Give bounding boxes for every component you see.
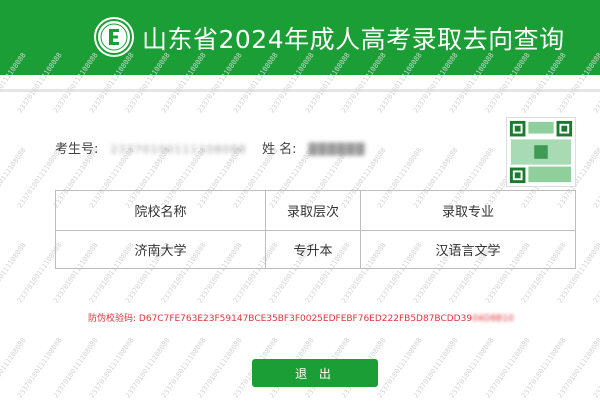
- name-label: 姓 名:: [262, 142, 297, 157]
- watermark-text: 23370100111108088: [160, 336, 208, 400]
- admission-result-table: 院校名称 录取层次 录取专业 济南大学 专升本 汉语言文学: [55, 190, 576, 269]
- watermark-text: 23370100111108088: [484, 336, 532, 400]
- watermark-text: 23370100111108088: [16, 336, 64, 400]
- name-value: ██████: [308, 143, 366, 156]
- watermark-text: 23370100111108088: [0, 336, 28, 400]
- exam-number-label: 考生号:: [55, 142, 99, 157]
- column-header-level: 录取层次: [265, 190, 361, 231]
- anti-counterfeit-value: D67C7FE763E23F59147BCE35BF3F0025EDFEBF76…: [138, 314, 473, 324]
- watermark-text: 23370100111108088: [448, 336, 496, 400]
- header-divider: [0, 89, 600, 92]
- page-title: 山东省2024年成人高考录取去向查询: [142, 25, 565, 54]
- watermark-text: 23370100111108088: [592, 336, 600, 400]
- watermark-text: 23370100111108088: [412, 336, 460, 400]
- cell-level: 专升本: [265, 230, 361, 269]
- exam-authority-logo-icon: [94, 17, 134, 57]
- cell-major: 汉语言文学: [360, 230, 576, 269]
- table-header-row: 院校名称 录取层次 录取专业: [55, 190, 576, 231]
- page-header: 山东省2024年成人高考录取去向查询: [0, 0, 600, 75]
- exam-number-value: 23370100111108088: [110, 143, 247, 156]
- column-header-major: 录取专业: [360, 190, 576, 231]
- watermark-text: 23370100111108088: [592, 146, 600, 210]
- watermark-text: 23370100111108088: [124, 336, 172, 400]
- watermark-text: 23370100111108088: [556, 336, 600, 400]
- anti-counterfeit-code: 防伪校验码: D67C7FE763E23F59147BCE35BF3F0025E…: [88, 311, 514, 324]
- watermark-text: 23370100111108088: [0, 146, 28, 210]
- watermark-text: 23370100111108088: [0, 241, 28, 305]
- watermark-text: 23370100111108088: [520, 336, 568, 400]
- cell-school: 济南大学: [55, 230, 266, 269]
- table-row: 济南大学 专升本 汉语言文学: [55, 230, 576, 269]
- exit-button[interactable]: 退 出: [252, 359, 378, 387]
- watermark-text: 23370100111108088: [196, 336, 244, 400]
- name-row: 姓 名: ██████: [262, 138, 365, 157]
- watermark-text: 23370100111108088: [376, 336, 424, 400]
- anti-counterfeit-value-blurred: 04D8B10: [472, 314, 514, 324]
- column-header-school: 院校名称: [55, 190, 266, 231]
- qr-code-icon: [506, 117, 576, 187]
- anti-counterfeit-label: 防伪校验码:: [88, 314, 137, 324]
- exam-number-row: 考生号: 23370100111108088: [55, 138, 247, 157]
- watermark-text: 23370100111108088: [88, 336, 136, 400]
- watermark-text: 23370100111108088: [592, 241, 600, 305]
- watermark-text: 23370100111108088: [52, 336, 100, 400]
